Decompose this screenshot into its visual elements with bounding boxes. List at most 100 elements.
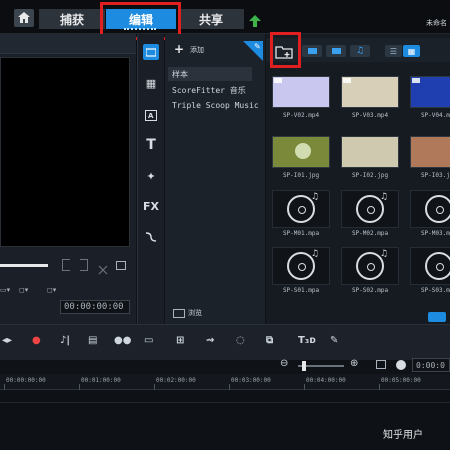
- media-filename: SP-M01.mpa: [282, 230, 320, 237]
- watermark: 知乎用户: [383, 430, 423, 441]
- library-item-triple-scoop[interactable]: Triple Scoop Music: [168, 98, 262, 112]
- clock-icon: [396, 360, 406, 370]
- filter-video-button[interactable]: [302, 45, 322, 57]
- list-view-button[interactable]: ☰: [385, 45, 402, 57]
- media-filename: SP-M02.mpa: [351, 230, 389, 237]
- video-badge-icon: [274, 78, 282, 83]
- media-filename: SP-V02.mp4: [282, 112, 320, 119]
- dandelion-shape: [295, 143, 311, 159]
- filter-audio-button[interactable]: ♫: [350, 45, 370, 57]
- music-note-icon: ♫: [379, 192, 388, 202]
- audio-disc-icon: ♫: [287, 192, 319, 223]
- home-icon: [18, 12, 30, 23]
- media-icon[interactable]: [143, 44, 159, 60]
- music-note-icon: ♫: [310, 249, 319, 259]
- media-options-button[interactable]: [428, 312, 446, 322]
- fit-to-window-icon[interactable]: [376, 360, 386, 369]
- audio-disc-icon: ♫: [356, 249, 388, 280]
- add-folder-label[interactable]: 添加: [190, 45, 204, 55]
- paint-icon[interactable]: ✎: [330, 335, 338, 346]
- audio-thumbnail[interactable]: ♫: [341, 190, 399, 228]
- pan-zoom-icon[interactable]: ⧉: [266, 335, 273, 346]
- project-mode-dropdown[interactable]: ▭▾: [0, 284, 14, 296]
- zoom-slider-thumb[interactable]: [302, 361, 306, 371]
- photo-thumbnail[interactable]: [272, 136, 330, 168]
- tab-share[interactable]: 共享: [178, 9, 244, 29]
- ruler-tick: [304, 384, 305, 390]
- record-capture-icon[interactable]: ●: [32, 335, 41, 346]
- photo-thumbnail[interactable]: [341, 136, 399, 168]
- video-badge-icon: [343, 78, 351, 83]
- upload-icon[interactable]: [249, 12, 261, 31]
- zoom-dropdown[interactable]: ◻▾: [47, 284, 67, 296]
- preview-timecode[interactable]: 00:00:00:00: [60, 300, 130, 314]
- filter-photo-button[interactable]: [326, 45, 346, 57]
- audio-disc-icon: ♫: [425, 192, 450, 223]
- trim-icon[interactable]: ◂▸: [2, 335, 12, 346]
- audio-thumbnail[interactable]: ♫: [410, 247, 450, 285]
- timeline-timecode[interactable]: 0:00:0: [412, 358, 450, 372]
- mask-creator-icon[interactable]: ◌: [236, 335, 245, 346]
- media-filename: SP-M03.mpa: [420, 230, 450, 237]
- media-filename: SP-I02.jpg: [351, 172, 389, 179]
- project-name: 未命名: [426, 19, 447, 27]
- home-button[interactable]: [14, 9, 34, 27]
- title-icon[interactable]: T: [143, 137, 159, 153]
- browse-button[interactable]: 浏览: [173, 308, 202, 318]
- title-frame-icon[interactable]: A: [143, 107, 159, 123]
- mark-out-button[interactable]: [80, 259, 88, 271]
- zoom-in-icon[interactable]: ⊕: [350, 358, 358, 369]
- media-filename: SP-S01.mpa: [282, 287, 320, 294]
- zoom-out-icon[interactable]: ⊖: [280, 358, 288, 369]
- media-filename: SP-I01.jpg: [282, 172, 320, 179]
- graphics-icon[interactable]: ✦: [143, 168, 159, 184]
- 3d-title-icon[interactable]: T₃ᴅ: [298, 335, 316, 346]
- ruler-timecode: 00:02:00:00: [156, 377, 196, 384]
- svg-text:A: A: [148, 112, 154, 120]
- fx-icon[interactable]: FX: [143, 198, 159, 214]
- audio-thumbnail[interactable]: ♫: [272, 190, 330, 228]
- time-remap-icon[interactable]: ⇝: [206, 335, 214, 346]
- audio-filter-icon: ♫: [355, 46, 365, 56]
- audio-thumbnail[interactable]: ♫: [410, 190, 450, 228]
- browse-label: 浏览: [188, 309, 202, 317]
- split-clip-icon[interactable]: [98, 260, 108, 279]
- grid-view-button[interactable]: ▦: [403, 45, 420, 57]
- media-filename: SP-V04.mp4: [420, 112, 450, 119]
- photo-thumbnail[interactable]: [410, 136, 450, 168]
- aspect-dropdown[interactable]: ◻▾: [19, 284, 39, 296]
- scrub-bar[interactable]: [0, 264, 48, 267]
- pin-icon[interactable]: ✎: [254, 42, 261, 51]
- motion-tracking-icon[interactable]: ●●: [114, 335, 131, 346]
- mark-in-button[interactable]: [62, 259, 70, 271]
- video-thumbnail[interactable]: [272, 76, 330, 108]
- ruler-tick: [229, 384, 230, 390]
- multi-camera-icon[interactable]: ⊞: [176, 335, 184, 346]
- instant-project-icon[interactable]: ▦: [143, 75, 159, 91]
- path-icon[interactable]: [143, 229, 159, 245]
- library-item-scorefitter[interactable]: ScoreFitter 音乐: [168, 83, 262, 97]
- ruler-timecode: 00:03:00:00: [231, 377, 271, 384]
- tab-capture[interactable]: 捕获: [39, 9, 105, 29]
- ruler-timecode: 00:01:00:00: [81, 377, 121, 384]
- ruler-tick: [79, 384, 80, 390]
- subtitle-icon[interactable]: ▭: [144, 335, 153, 346]
- media-filename: SP-S02.mpa: [351, 287, 389, 294]
- audio-mixer-icon[interactable]: ♪|: [60, 335, 70, 346]
- auto-music-icon[interactable]: ▤: [88, 335, 97, 346]
- snapshot-icon[interactable]: [116, 261, 126, 270]
- preview-screen[interactable]: [0, 57, 130, 247]
- audio-disc-icon: ♫: [356, 192, 388, 223]
- timeline-track-area[interactable]: [0, 391, 450, 450]
- library-item-samples[interactable]: 样本: [168, 67, 252, 81]
- video-thumbnail[interactable]: [341, 76, 399, 108]
- video-thumbnail[interactable]: [410, 76, 450, 108]
- audio-thumbnail[interactable]: ♫: [272, 247, 330, 285]
- add-icon[interactable]: +: [174, 42, 184, 56]
- track-divider: [0, 402, 450, 403]
- audio-disc-icon: ♫: [287, 249, 319, 280]
- audio-disc-icon: ♫: [425, 249, 450, 280]
- video-badge-icon: [412, 78, 420, 83]
- media-filename: SP-S03.mpa: [420, 287, 450, 294]
- audio-thumbnail[interactable]: ♫: [341, 247, 399, 285]
